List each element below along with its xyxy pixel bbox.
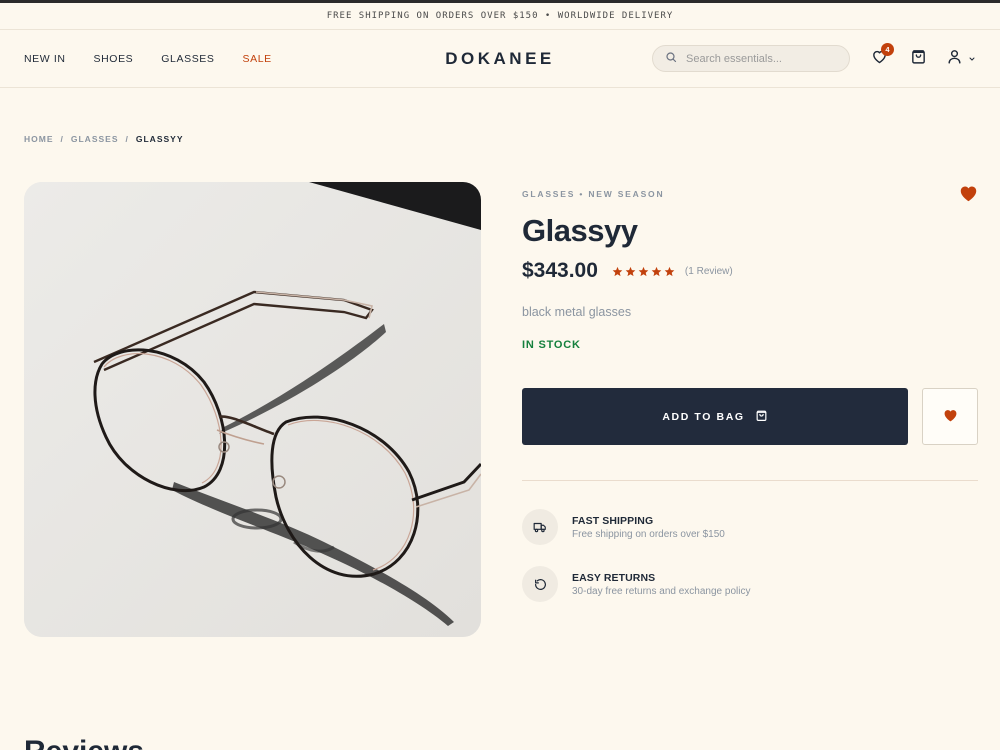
add-to-bag-label: ADD TO BAG (662, 410, 745, 423)
feature-title: FAST SHIPPING (572, 514, 654, 527)
user-icon (946, 48, 963, 70)
star-icon (638, 266, 649, 276)
chevron-down-icon (968, 50, 976, 68)
announcement-text: FREE SHIPPING ON ORDERS OVER $150 • WORL… (326, 11, 674, 21)
star-icon (625, 266, 636, 276)
divider (522, 480, 978, 481)
shopping-bag-icon (910, 48, 927, 70)
favorite-toggle-button[interactable] (959, 185, 978, 207)
stock-status: IN STOCK (522, 339, 581, 351)
breadcrumb-home[interactable]: HOME (24, 134, 54, 144)
product-info: GLASSES • NEW SEASON Glassyy $343.00 (1 … (522, 186, 978, 623)
breadcrumb-separator: / (60, 134, 64, 144)
feature-fast-shipping: FAST SHIPPING Free shipping on orders ov… (522, 509, 978, 545)
star-icon (651, 266, 662, 276)
star-icon (612, 266, 623, 276)
feature-easy-returns: EASY RETURNS 30-day free returns and exc… (522, 566, 978, 602)
announcement-bar: FREE SHIPPING ON ORDERS OVER $150 • WORL… (0, 3, 1000, 30)
wishlist-button[interactable]: 4 (868, 42, 894, 70)
add-to-wishlist-button[interactable] (922, 388, 978, 445)
nav-item-new-in[interactable]: NEW IN (24, 53, 66, 65)
glasses-photo (24, 182, 481, 637)
nav-item-sale[interactable]: SALE (243, 53, 272, 65)
product-image (24, 182, 481, 637)
main-nav: NEW IN SHOES GLASSES SALE (24, 53, 300, 65)
product-price: $343.00 (522, 259, 598, 282)
product-actions: ADD TO BAG (522, 388, 978, 445)
price-rating-row: $343.00 (1 Review) (522, 259, 978, 283)
search-input[interactable] (686, 52, 836, 65)
review-count-link[interactable]: (1 Review) (685, 266, 733, 277)
breadcrumb-glasses[interactable]: GLASSES (71, 134, 119, 144)
product-description: black metal glasses (522, 305, 632, 319)
nav-item-shoes[interactable]: SHOES (94, 53, 134, 65)
star-icon (664, 266, 675, 276)
feature-list: FAST SHIPPING Free shipping on orders ov… (522, 509, 978, 602)
breadcrumb: HOME / GLASSES / GLASSYY (24, 134, 184, 144)
site-header: NEW IN SHOES GLASSES SALE DOKANEE 4 (0, 30, 1000, 88)
search-box[interactable] (652, 45, 850, 72)
feature-description: 30-day free returns and exchange policy (572, 585, 751, 597)
feature-description: Free shipping on orders over $150 (572, 528, 725, 540)
wishlist-count-badge: 4 (881, 42, 894, 56)
search-icon (665, 50, 677, 68)
breadcrumb-separator: / (125, 134, 129, 144)
breadcrumb-current: GLASSYY (135, 134, 184, 144)
add-to-bag-button[interactable]: ADD TO BAG (522, 388, 908, 445)
reviews-heading: Reviews (24, 735, 144, 750)
product-category-label: GLASSES • NEW SEASON (522, 189, 665, 199)
account-menu-button[interactable] (946, 48, 976, 70)
product-title: Glassyy (522, 213, 638, 248)
header-actions: 4 (652, 42, 976, 72)
cart-button[interactable] (907, 48, 929, 70)
brand-logo[interactable]: DOKANEE (445, 49, 555, 69)
heart-icon (943, 409, 958, 425)
feature-title: EASY RETURNS (572, 571, 656, 584)
nav-item-glasses[interactable]: GLASSES (161, 53, 214, 65)
heart-icon (959, 186, 978, 206)
truck-icon (522, 509, 558, 545)
star-rating (612, 266, 675, 277)
rotate-ccw-icon (522, 566, 558, 602)
shopping-bag-icon (755, 409, 768, 425)
